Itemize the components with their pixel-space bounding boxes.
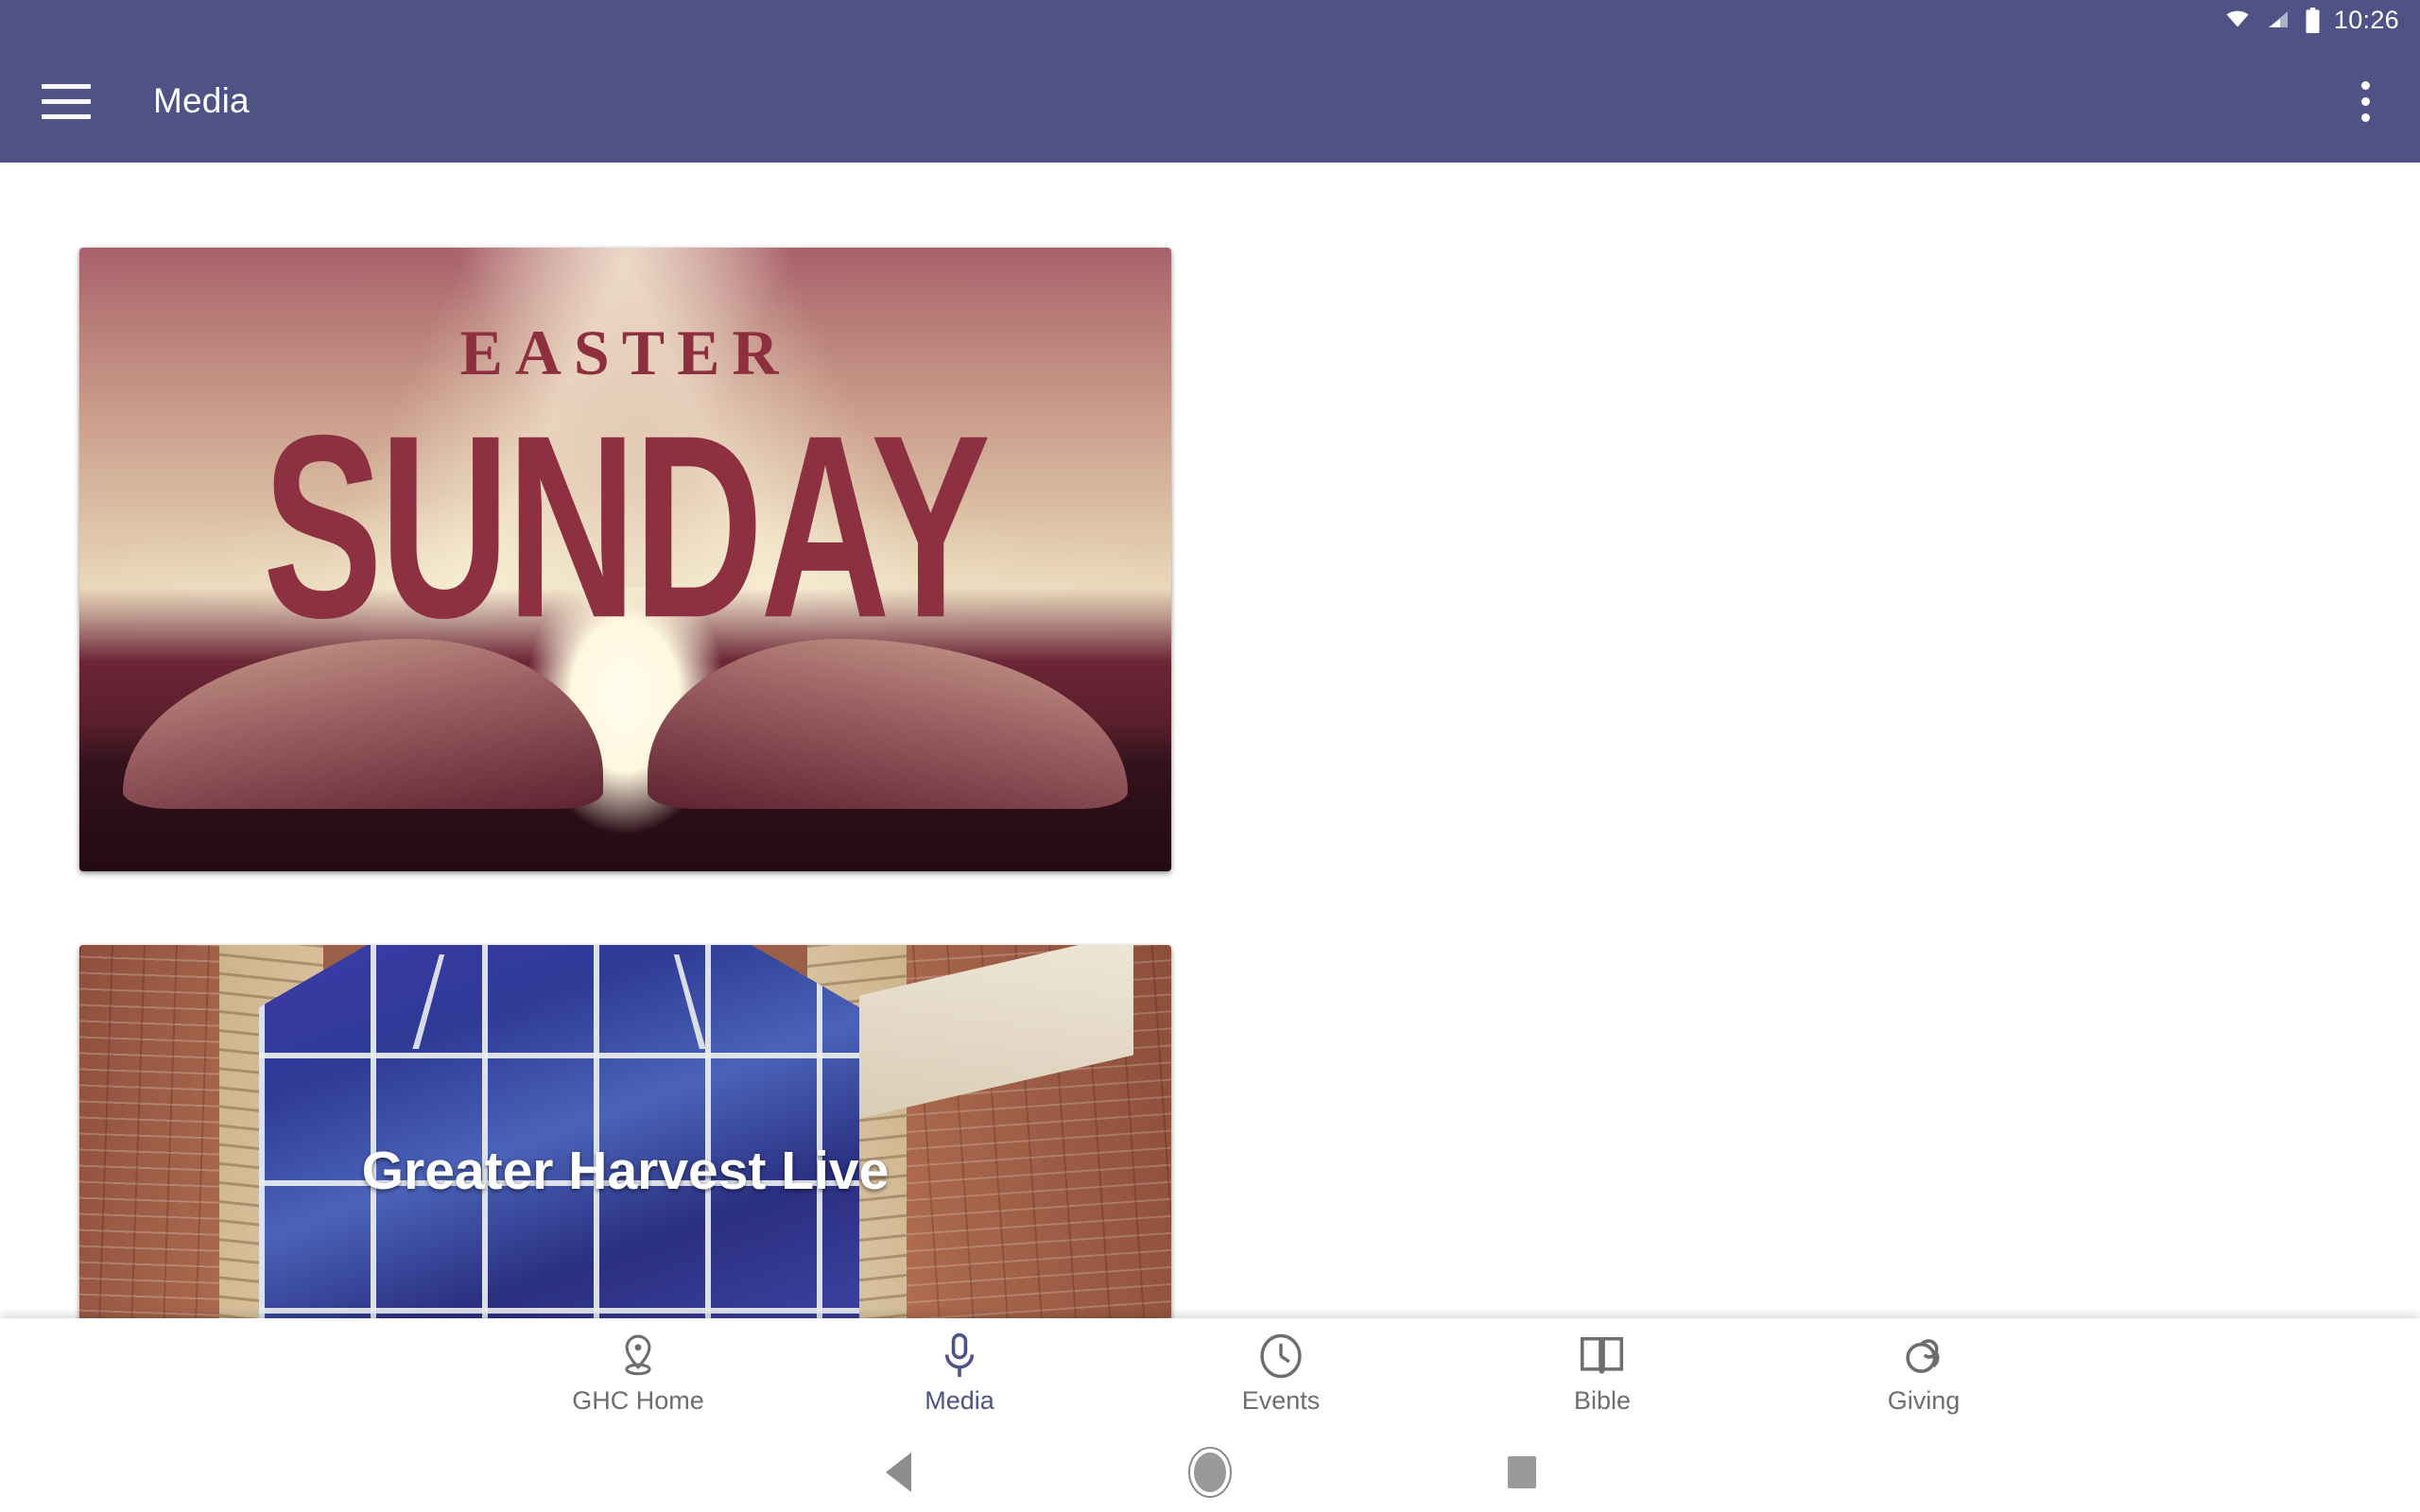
status-bar-clock: 10:26 [2333, 5, 2399, 34]
open-book-icon [1580, 1332, 1625, 1381]
bottom-nav-label-media: Media [925, 1386, 994, 1415]
battery-icon [2306, 7, 2320, 33]
overflow-menu-icon[interactable] [2346, 66, 2384, 136]
bottom-nav-label-events: Events [1241, 1386, 1321, 1415]
app-root: 10:26 Media EASTER SUNDAY Greater Harves… [0, 0, 2420, 1512]
wifi-icon [2226, 10, 2249, 27]
bottom-nav-item-events[interactable]: Events [1120, 1318, 1442, 1416]
back-triangle-icon [885, 1452, 911, 1492]
bottom-nav-label-giving: Giving [1887, 1386, 1961, 1415]
cell-signal-icon [2268, 11, 2288, 27]
android-recents-button[interactable] [1366, 1455, 1678, 1488]
easter-headline-line2: SUNDAY [263, 382, 991, 673]
android-system-navigation-bar [0, 1432, 2420, 1512]
microphone-icon [942, 1332, 977, 1381]
window-peak-decoration [412, 954, 706, 1049]
home-circle-icon [1194, 1452, 1226, 1492]
stained-glass-window-decoration [259, 945, 859, 1318]
hamburger-menu-icon[interactable] [42, 82, 91, 120]
bottom-nav-item-giving[interactable]: Giving [1763, 1318, 2084, 1416]
bottom-navigation-bar: GHC Home Media Events Bible Giving [0, 1318, 2420, 1432]
android-home-button[interactable] [1054, 1452, 1366, 1492]
card-title-greater-harvest-live: Greater Harvest Live [361, 1141, 890, 1201]
media-content-area[interactable]: EASTER SUNDAY Greater Harvest Live [0, 163, 2420, 1318]
clock-icon [1259, 1332, 1303, 1381]
media-card-easter-sunday[interactable]: EASTER SUNDAY [79, 248, 1171, 871]
location-pin-icon [617, 1332, 659, 1381]
bottom-nav-item-bible[interactable]: Bible [1442, 1318, 1763, 1416]
brick-wall-left-decoration [79, 945, 231, 1318]
bottom-nav-label-bible: Bible [1573, 1386, 1632, 1415]
recents-square-icon [1508, 1455, 1536, 1488]
giving-loop-icon [1902, 1332, 1945, 1381]
app-bar: Media [0, 40, 2420, 163]
status-bar-icons [2223, 7, 2321, 33]
bottom-nav-item-ghc-home[interactable]: GHC Home [477, 1318, 799, 1416]
android-back-button[interactable] [742, 1452, 1054, 1492]
media-grid: EASTER SUNDAY Greater Harvest Live [0, 163, 2420, 1318]
media-card-greater-harvest-live[interactable]: Greater Harvest Live [79, 945, 1171, 1318]
bottom-nav-label-ghc-home: GHC Home [572, 1386, 704, 1415]
status-bar: 10:26 [0, 0, 2420, 40]
bottom-nav-item-media[interactable]: Media [799, 1318, 1120, 1416]
page-title: Media [153, 81, 250, 120]
